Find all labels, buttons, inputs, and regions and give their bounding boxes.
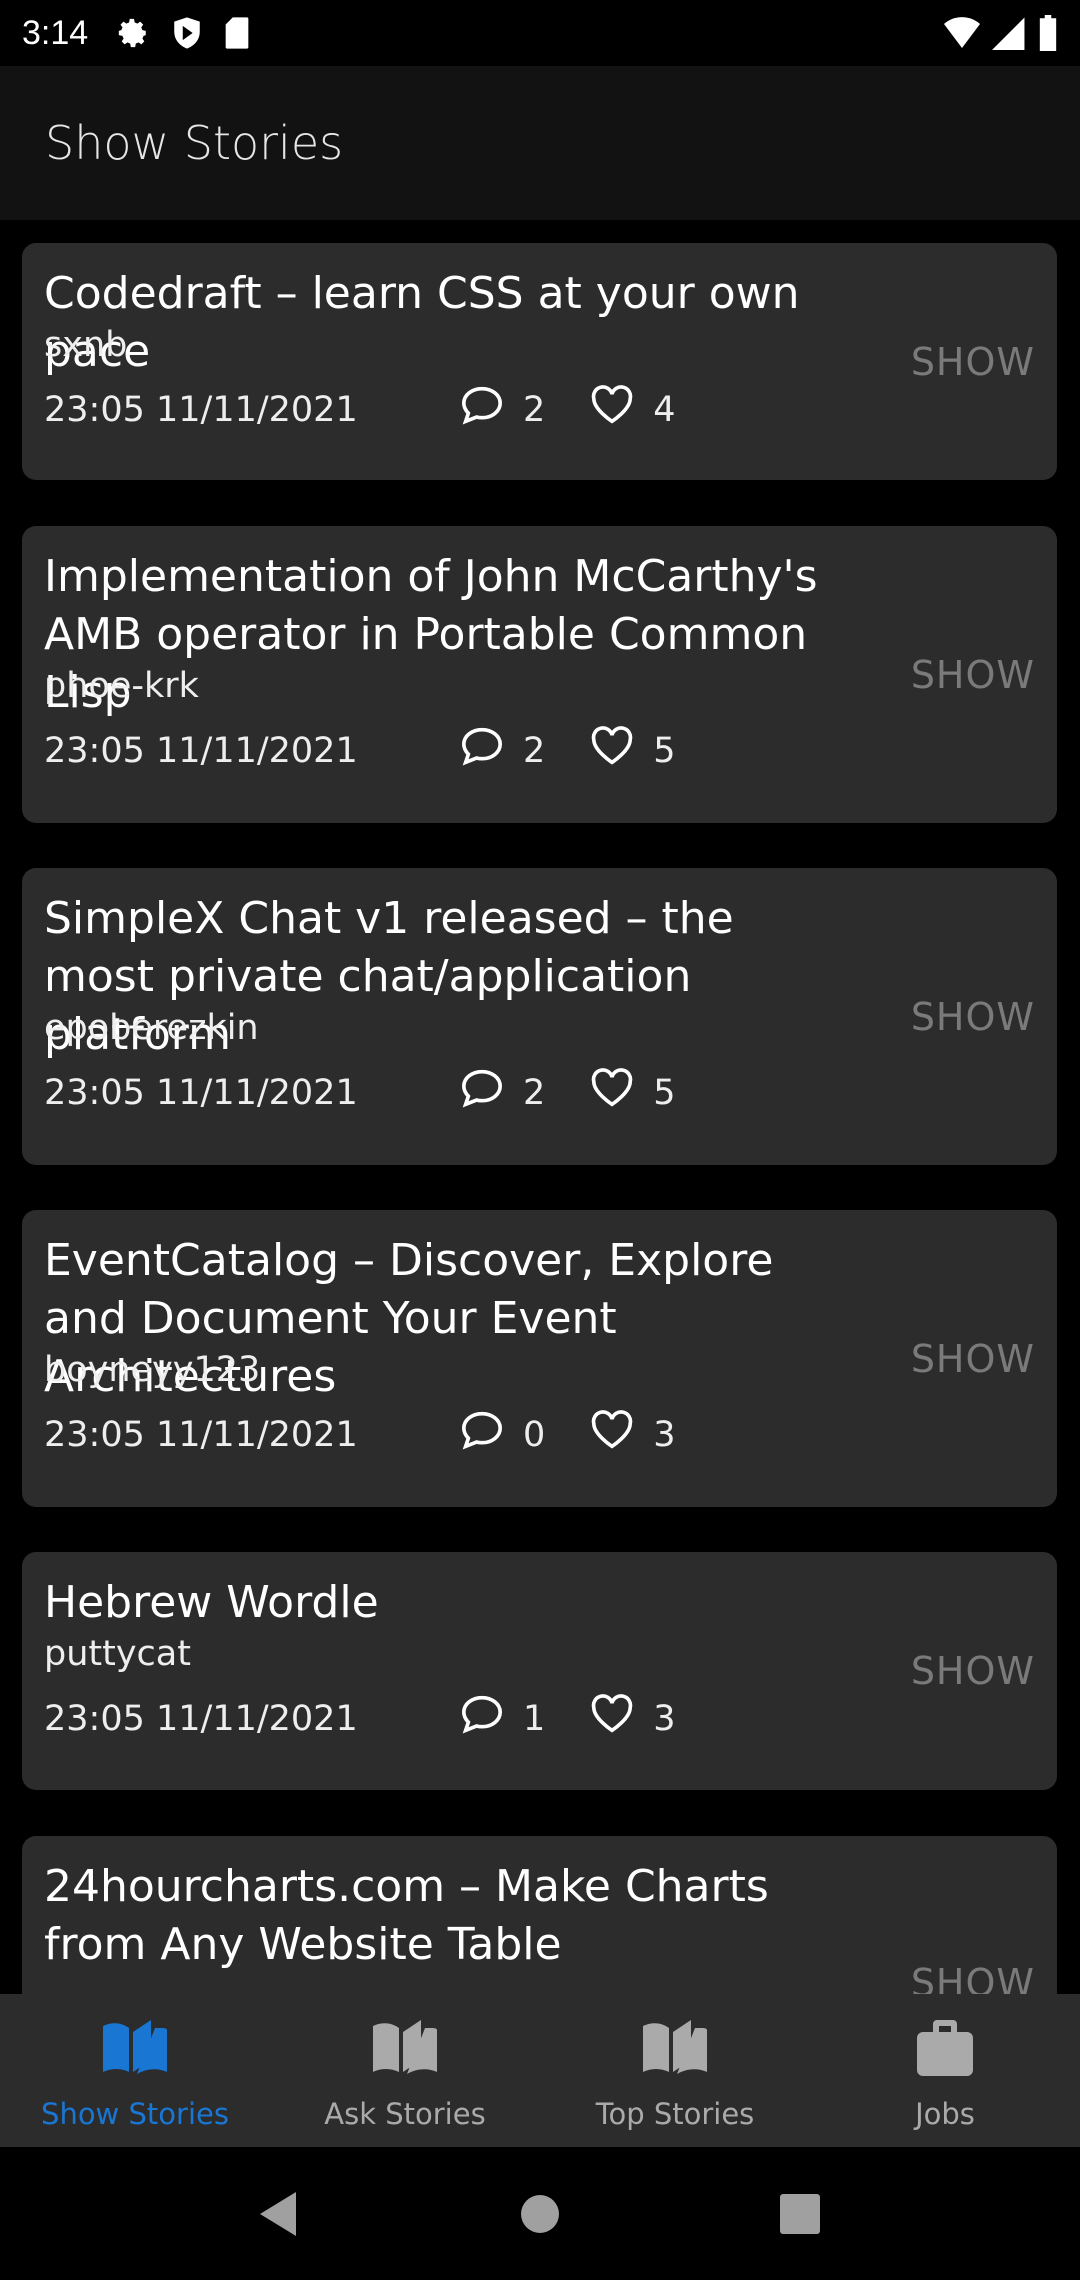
tab-label: Top Stories (595, 2097, 755, 2131)
comment-count: 2 (523, 389, 546, 430)
story-meta: 23:05 11/11/2021 2 5 (44, 726, 720, 775)
comment-count: 2 (523, 1072, 546, 1113)
story-card[interactable]: SimpleX Chat v1 released – the most priv… (22, 868, 1057, 1165)
tab-ask-stories[interactable]: Ask Stories (270, 1994, 540, 2147)
show-tag: SHOW (910, 340, 1035, 384)
comment-count: 1 (523, 1698, 546, 1739)
likes[interactable]: 3 (589, 1694, 676, 1743)
like-count: 3 (653, 1414, 676, 1455)
story-title: 24hourcharts.com – Make Charts from Any … (44, 1861, 769, 1970)
story-meta: 23:05 11/11/2021 1 3 (44, 1694, 720, 1743)
heart-icon (589, 385, 635, 434)
story-author: boyneyy123 (44, 1350, 261, 1390)
tab-label: Jobs (915, 2097, 975, 2131)
story-meta: 23:05 11/11/2021 2 4 (44, 385, 720, 434)
story-time: 23:05 11/11/2021 (44, 1698, 358, 1739)
story-time: 23:05 11/11/2021 (44, 1414, 358, 1455)
story-card[interactable]: Implementation of John McCarthy's AMB op… (22, 526, 1057, 823)
story-title: Hebrew Wordle (44, 1577, 379, 1628)
tab-show-stories[interactable]: Show Stories (0, 1994, 270, 2147)
heart-icon (589, 1694, 635, 1743)
book-icon (643, 2020, 707, 2083)
heart-icon (589, 726, 635, 775)
heart-icon (589, 1410, 635, 1459)
story-author: phoe-krk (44, 666, 199, 706)
comment-count: 2 (523, 730, 546, 771)
system-nav-bar (0, 2147, 1080, 2280)
story-author: sxnb (44, 325, 128, 365)
comment-icon (459, 385, 505, 434)
like-count: 3 (653, 1698, 676, 1739)
recents-icon[interactable] (780, 2193, 820, 2234)
comment-icon (459, 1068, 505, 1117)
story-time: 23:05 11/11/2021 (44, 730, 358, 771)
sd-card-icon (224, 16, 250, 50)
battery-icon (1039, 15, 1057, 51)
story-list[interactable]: Codedraft – learn CSS at your own pace s… (0, 220, 1080, 1994)
story-meta: 23:05 11/11/2021 0 3 (44, 1410, 720, 1459)
status-time: 3:14 (22, 13, 89, 52)
story-time: 23:05 11/11/2021 (44, 389, 358, 430)
like-count: 5 (653, 730, 676, 771)
heart-icon (589, 1068, 635, 1117)
story-author: puttycat (44, 1634, 191, 1674)
home-icon[interactable] (520, 2194, 560, 2234)
show-tag: SHOW (910, 1337, 1035, 1381)
wifi-icon (944, 17, 980, 48)
briefcase-icon (917, 2020, 973, 2083)
show-tag: SHOW (910, 1649, 1035, 1693)
show-tag: SHOW (910, 995, 1035, 1039)
back-icon[interactable] (260, 2191, 300, 2236)
app-bar: Show Stories (0, 66, 1080, 220)
story-title: Codedraft – learn CSS at your own pace (44, 268, 800, 377)
comment-icon (459, 1410, 505, 1459)
comment-count: 0 (523, 1414, 546, 1455)
status-bar: 3:14 (0, 0, 1080, 66)
likes[interactable]: 5 (589, 1068, 676, 1117)
comments[interactable]: 2 (459, 385, 545, 434)
book-icon (103, 2020, 167, 2083)
likes[interactable]: 5 (589, 726, 676, 775)
like-count: 5 (653, 1072, 676, 1113)
like-count: 4 (653, 389, 676, 430)
tab-top-stories[interactable]: Top Stories (540, 1994, 810, 2147)
bottom-navigation: Show Stories Ask Stories Top Stories Jobs (0, 1994, 1080, 2147)
show-tag: SHOW (910, 653, 1035, 697)
shield-play-icon (172, 16, 202, 50)
tab-label: Ask Stories (324, 2097, 486, 2131)
likes[interactable]: 4 (589, 385, 676, 434)
signal-icon (992, 17, 1025, 50)
page-title: Show Stories (45, 116, 344, 170)
comments[interactable]: 2 (459, 1068, 545, 1117)
book-icon (373, 2020, 437, 2083)
tab-label: Show Stories (41, 2097, 229, 2131)
story-meta: 23:05 11/11/2021 2 5 (44, 1068, 720, 1117)
story-card[interactable]: 24hourcharts.com – Make Charts from Any … (22, 1836, 1057, 1994)
show-tag: SHOW (910, 1961, 1035, 1994)
comment-icon (459, 726, 505, 775)
story-card[interactable]: EventCatalog – Discover, Explore and Doc… (22, 1210, 1057, 1507)
tab-jobs[interactable]: Jobs (810, 1994, 1080, 2147)
comments[interactable]: 0 (459, 1410, 545, 1459)
story-author: epoberezkin (44, 1008, 259, 1048)
likes[interactable]: 3 (589, 1410, 676, 1459)
comments[interactable]: 2 (459, 726, 545, 775)
gear-icon (116, 16, 150, 50)
comments[interactable]: 1 (459, 1694, 545, 1743)
story-time: 23:05 11/11/2021 (44, 1072, 358, 1113)
story-card[interactable]: Codedraft – learn CSS at your own pace s… (22, 243, 1057, 480)
story-card[interactable]: Hebrew Wordle puttycat 23:05 11/11/2021 … (22, 1552, 1057, 1790)
comment-icon (459, 1694, 505, 1743)
